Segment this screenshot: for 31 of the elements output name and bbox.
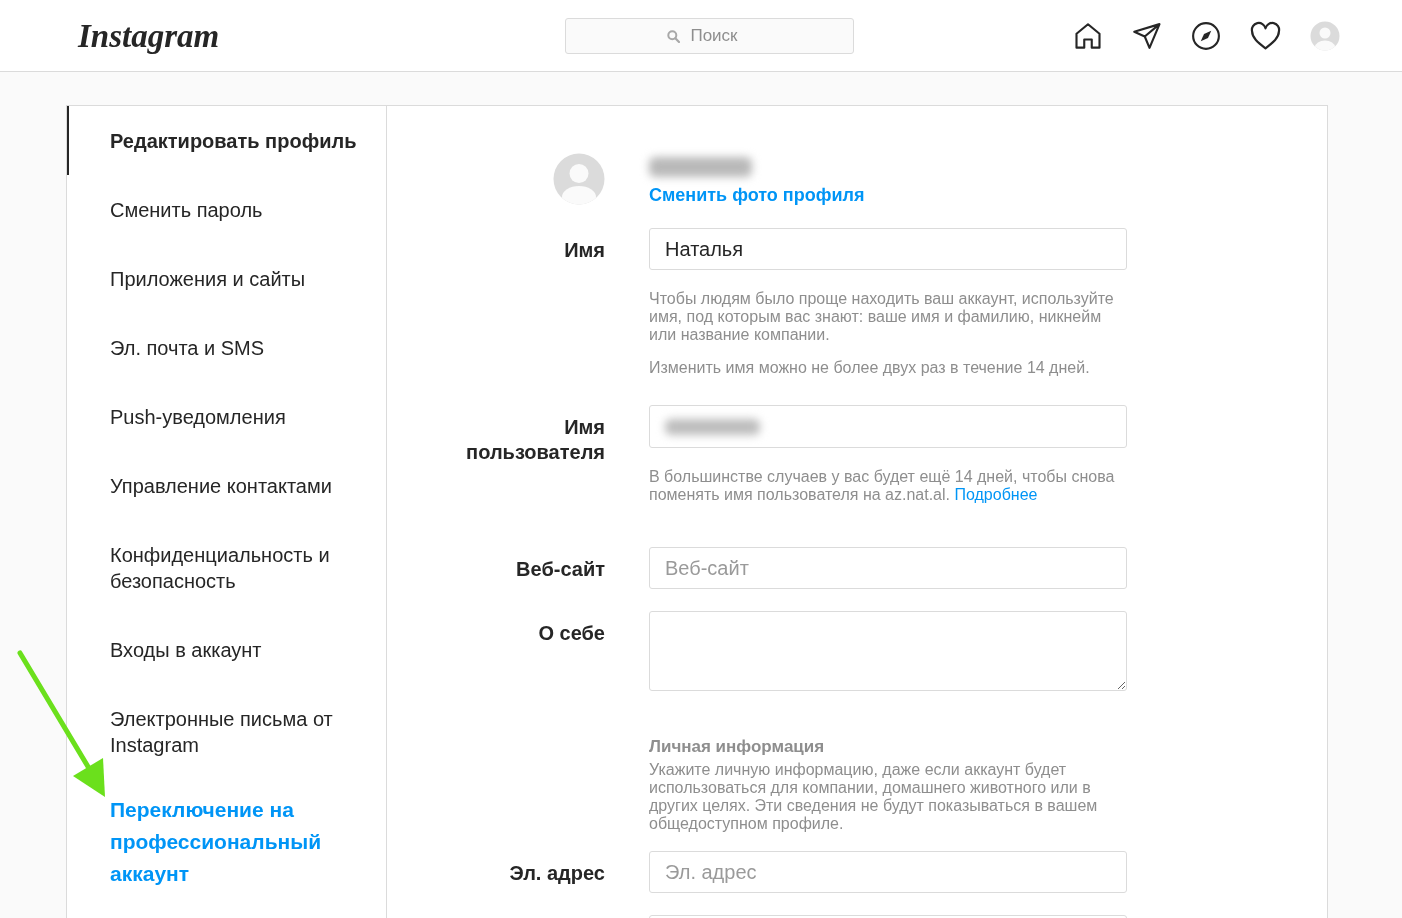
paper-plane-icon[interactable] <box>1132 20 1162 51</box>
sidebar-item[interactable]: Управление контактами <box>67 451 386 520</box>
heart-icon[interactable] <box>1250 20 1281 51</box>
sidebar-item[interactable]: Электронные письма от Instagram <box>67 684 386 779</box>
section-heading: Личная информация <box>649 737 826 757</box>
compass-icon[interactable] <box>1191 20 1221 51</box>
help-text: Чтобы людям было проще находить ваш аккаунт, используйте имя, под которым вас знают: ваше имя и фамилию, никнейм или название компании. <box>649 290 1115 344</box>
sidebar-item[interactable]: Приложения и сайты <box>67 244 386 313</box>
home-icon[interactable] <box>1073 20 1103 51</box>
field-label: Эл. адрес <box>509 860 605 886</box>
search-field[interactable]: Поиск <box>564 17 854 54</box>
input-field[interactable]: Наталья <box>649 228 1127 270</box>
sidebar-item[interactable]: Push-уведомления <box>67 382 386 451</box>
sidebar-item[interactable]: Эл. почта и SMS <box>67 313 386 382</box>
input-field[interactable] <box>649 405 1127 448</box>
sidebar-item[interactable]: Редактировать профиль <box>67 106 386 175</box>
input-field[interactable]: Веб-сайт <box>649 547 1127 589</box>
input-field[interactable]: Эл. адрес <box>649 851 1127 893</box>
field-label: О себе <box>538 620 605 646</box>
help-text: Изменить имя можно не более двух раз в течение 14 дней. <box>649 359 1091 377</box>
field-label: Имя пользователя <box>465 414 605 465</box>
search-icon <box>666 29 680 43</box>
textarea-field[interactable] <box>649 611 1127 691</box>
sidebar-item[interactable]: Конфиденциальность и безопасность <box>67 520 386 615</box>
help-text: В большинстве случаев у вас будет ещё 14 дней, чтобы снова поменять имя пользователя на az.nat.al. Подробнее <box>649 468 1116 504</box>
sidebar-item[interactable]: Сменить пароль <box>67 175 386 244</box>
sidebar-item[interactable]: Входы в аккаунт <box>67 615 386 684</box>
logo[interactable]: Instagram <box>78 15 220 56</box>
field-label: Веб-сайт <box>516 556 605 582</box>
field-label: Имя <box>564 237 605 263</box>
section-text: Укажите личную информацию, даже если аккаунт будет использоваться для компании, домашнего животного или в других целях. Эти сведения не будут показываться в вашем общедоступном профиле. <box>649 761 1099 833</box>
